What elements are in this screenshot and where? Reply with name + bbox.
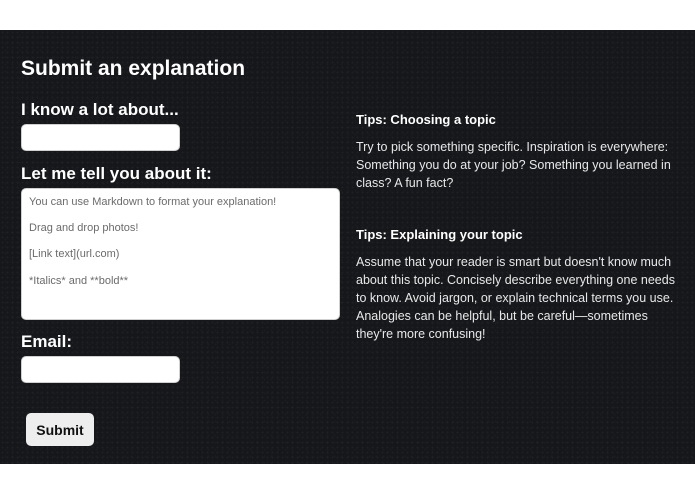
tip-heading-explaining-topic: Tips: Explaining your topic bbox=[356, 227, 523, 242]
topic-label: I know a lot about... bbox=[21, 100, 179, 119]
tip-heading-choosing-topic: Tips: Choosing a topic bbox=[356, 112, 496, 127]
email-field[interactable] bbox=[21, 356, 180, 383]
submit-button[interactable]: Submit bbox=[26, 413, 94, 446]
tip-body-explaining-topic: Assume that your reader is smart but doe… bbox=[356, 255, 675, 341]
submission-panel: Submit an explanation I know a lot about… bbox=[0, 30, 695, 464]
email-label: Email: bbox=[21, 332, 73, 351]
explanation-placeholder-line: [Link text](url.com) bbox=[29, 248, 120, 260]
explanation-textarea[interactable]: You can use Markdown to format your expl… bbox=[21, 188, 340, 320]
page-title: Submit an explanation bbox=[21, 57, 246, 80]
tip-body-choosing-topic: Try to pick something specific. Inspirat… bbox=[356, 140, 671, 190]
explanation-placeholder-line: Drag and drop photos! bbox=[29, 222, 139, 234]
explanation-placeholder-line: *Italics* and **bold** bbox=[29, 275, 129, 287]
explanation-label: Let me tell you about it: bbox=[21, 164, 212, 183]
topic-input[interactable] bbox=[21, 124, 180, 151]
explanation-placeholder-line: You can use Markdown to format your expl… bbox=[29, 196, 277, 208]
